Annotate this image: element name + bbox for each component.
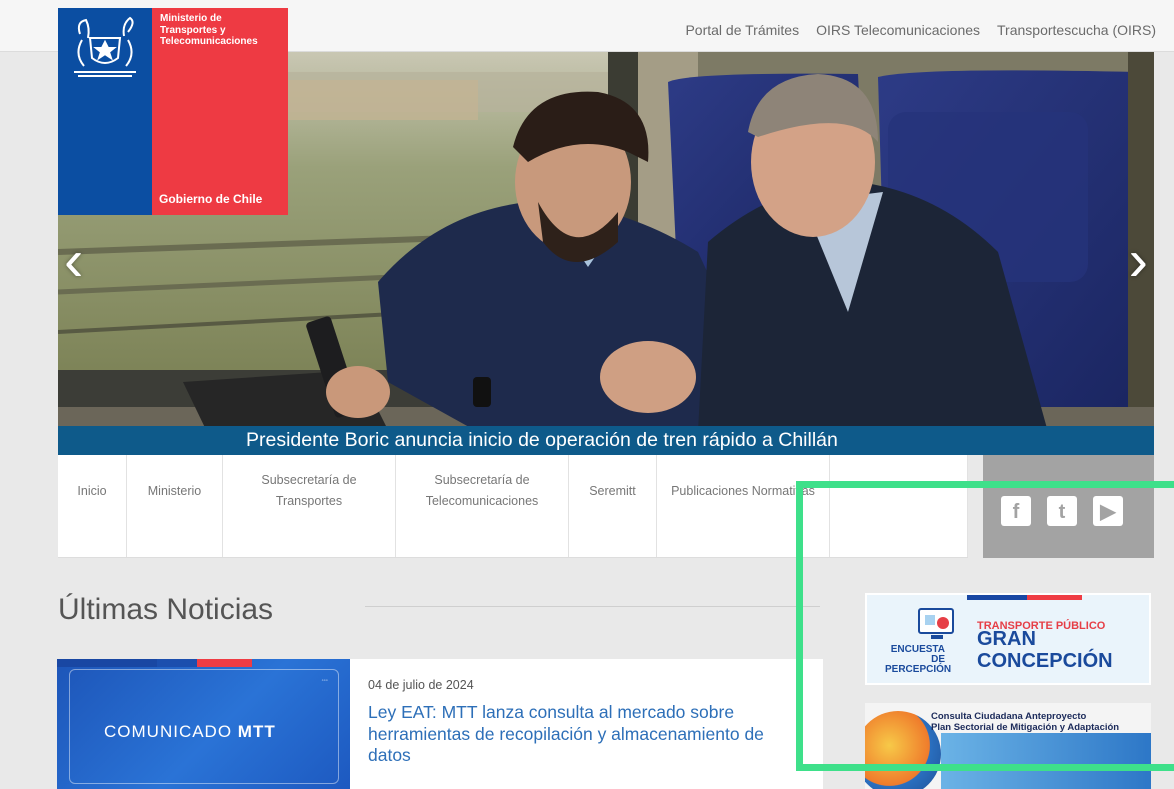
consulta-line-1: Consulta Ciudadana Anteproyecto: [931, 711, 1087, 722]
globe-icon: [865, 711, 941, 789]
concepcion-text: CONCEPCIÓN: [977, 650, 1113, 672]
banner-stripe-red: [1027, 595, 1082, 600]
consulta-title: Consulta Ciudadana Anteproyecto Plan Sec…: [931, 711, 1119, 733]
portal-tramites-link[interactable]: Portal de Trámites: [685, 22, 799, 38]
youtube-icon[interactable]: ▶: [1093, 496, 1123, 526]
top-links: Portal de Trámites OIRS Telecomunicacion…: [685, 22, 1156, 38]
twitter-icon[interactable]: t: [1047, 496, 1077, 526]
nav-item-inicio[interactable]: Inicio: [58, 455, 127, 557]
nav-item-publicaciones-normativas[interactable]: Publicaciones Normativas: [657, 455, 830, 557]
consulta-line-2: Plan Sectorial de Mitigación y Adaptació…: [931, 722, 1120, 733]
news-item: 04 de julio de 2024 Ley EAT: MTT lanza c…: [350, 659, 823, 789]
thumb-stripe-blue2: [157, 659, 197, 667]
transportescucha-link[interactable]: Transportescucha (OIRS): [997, 22, 1156, 38]
gobierno-de-chile-logo[interactable]: Ministerio de Transportes y Telecomunica…: [58, 8, 288, 215]
oirs-telecomunicaciones-link[interactable]: OIRS Telecomunicaciones: [816, 22, 980, 38]
survey-screen-icon: [918, 608, 954, 639]
chevron-right-icon[interactable]: ›: [1129, 232, 1148, 290]
ministry-line-1: Ministerio de: [160, 13, 222, 24]
social-bar: f t ▶: [983, 455, 1154, 558]
consulta-banner[interactable]: Consulta Ciudadana Anteproyecto Plan Sec…: [865, 703, 1151, 789]
nav-item-subsecretaria-transportes[interactable]: Subsecretaría de Transportes: [223, 455, 396, 557]
news-thumbnail[interactable]: ◦◦◦ COMUNICADO MTT: [57, 659, 350, 789]
banner-stripe-blue: [967, 595, 1027, 600]
thumb-stripe-blue: [57, 659, 157, 667]
main-nav: Inicio Ministerio Subsecretaría de Trans…: [58, 455, 968, 558]
survey-encuesta: ENCUESTA DE PERCEPCIÓN: [885, 644, 952, 675]
nav-item-ministerio[interactable]: Ministerio: [127, 455, 223, 557]
logo-blue-panel: [58, 8, 152, 215]
browser-page: Portal de Trámites OIRS Telecomunicacion…: [0, 0, 1174, 789]
survey-banner[interactable]: ENCUESTA DE PERCEPCIÓN TRANSPORTE PÚBLIC…: [865, 593, 1151, 685]
comunicado-text: COMUNICADO: [104, 722, 233, 741]
consulta-band: [941, 733, 1151, 789]
nav-item-subsecretaria-telecomunicaciones[interactable]: Subsecretaría de Telecomunicaciones: [396, 455, 569, 557]
chevron-left-icon[interactable]: ‹: [64, 232, 83, 290]
mtt-badge-icon: ◦◦◦: [321, 678, 328, 684]
comunicado-label: COMUNICADO MTT: [104, 722, 276, 742]
hero-caption[interactable]: Presidente Boric anuncia inicio de opera…: [58, 426, 1154, 455]
news-section-title: Últimas Noticias: [58, 593, 274, 626]
mtt-text: MTT: [237, 722, 276, 741]
facebook-icon[interactable]: f: [1001, 496, 1031, 526]
ministry-line-2: Transportes y: [160, 24, 226, 36]
news-date: 04 de julio de 2024: [368, 678, 474, 692]
logo-red-panel: Ministerio de Transportes y Telecomunica…: [152, 8, 288, 215]
thumb-stripe-red: [197, 659, 252, 667]
news-headline-link[interactable]: Ley EAT: MTT lanza consulta al mercado s…: [368, 702, 798, 767]
ministry-line-3: Telecomunicaciones: [160, 36, 258, 47]
gran-text: GRAN: [977, 628, 1036, 650]
nav-item-blank[interactable]: [830, 455, 968, 557]
encuesta-text: ENCUESTA DE: [890, 644, 945, 665]
percepcion-text: PERCEPCIÓN: [885, 664, 952, 675]
government-label: Gobierno de Chile: [159, 192, 263, 206]
nav-item-seremitt[interactable]: Seremitt: [569, 455, 657, 557]
coat-of-arms-icon: [74, 16, 136, 77]
news-divider: [365, 606, 820, 607]
ministry-name: Ministerio de Transportes y Telecomunica…: [160, 13, 258, 48]
